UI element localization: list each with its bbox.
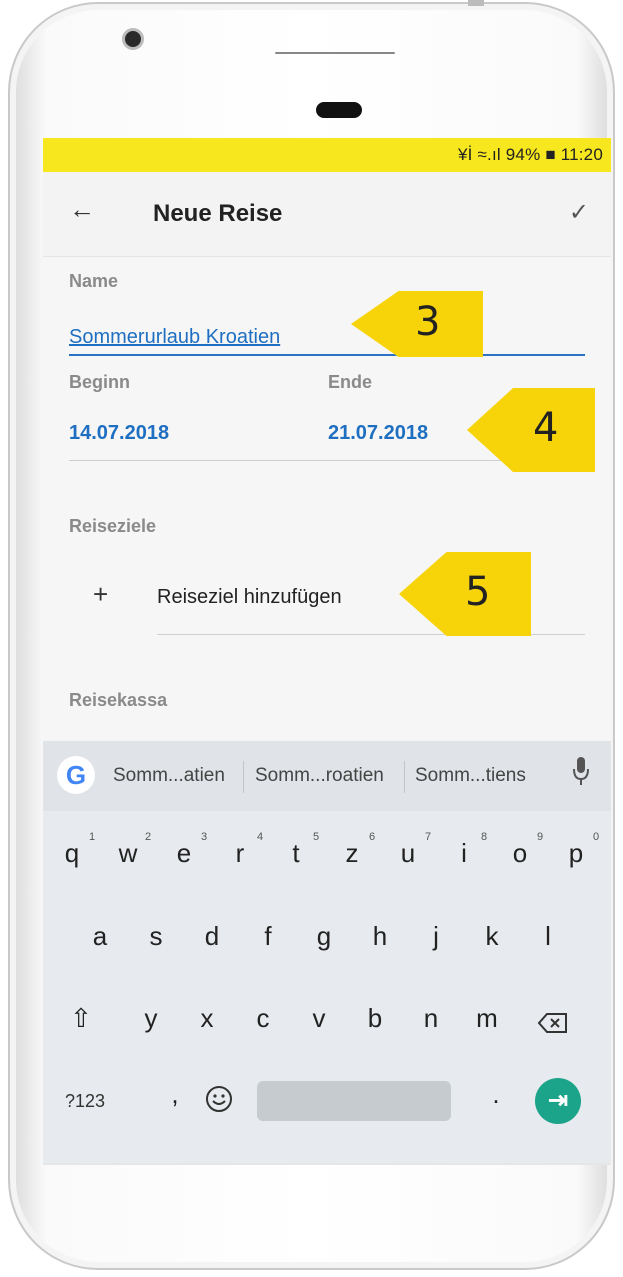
speaker-grille <box>275 52 395 54</box>
app-bar: ← Neue Reise ✓ <box>43 172 611 257</box>
key-hint: 1 <box>89 831 96 843</box>
key-m[interactable]: m <box>459 1003 515 1034</box>
key-hint: 9 <box>537 831 544 843</box>
shift-icon[interactable]: ⇧ <box>53 1003 109 1034</box>
name-label: Name <box>69 271 119 291</box>
key-hint: 8 <box>481 831 488 843</box>
budget-label: Reisekassa <box>69 690 168 710</box>
suggestion-separator <box>243 761 244 793</box>
callout-number: 4 <box>533 405 559 451</box>
start-date-field[interactable]: 14.07.2018 <box>69 422 169 445</box>
trip-form: Name Sommerurlaub Kroatien Beginn Ende 1… <box>43 257 611 739</box>
microphone-icon[interactable] <box>573 755 589 789</box>
backspace-icon[interactable] <box>537 1011 569 1035</box>
key-d[interactable]: d <box>184 921 240 952</box>
comma-key[interactable]: , <box>147 1079 203 1110</box>
front-camera <box>122 28 144 50</box>
key-a[interactable]: a <box>72 921 128 952</box>
key-y[interactable]: y <box>123 1003 179 1034</box>
suggestion-2[interactable]: Somm...roatien <box>255 765 384 787</box>
key-hint: 4 <box>257 831 264 843</box>
key-h[interactable]: h <box>352 921 408 952</box>
emoji-icon[interactable] <box>204 1084 234 1114</box>
period-key[interactable]: . <box>468 1079 524 1110</box>
key-b[interactable]: b <box>347 1003 403 1034</box>
check-icon[interactable]: ✓ <box>569 198 589 227</box>
key-l[interactable]: l <box>520 921 576 952</box>
key-v[interactable]: v <box>291 1003 347 1034</box>
callout-number: 3 <box>415 299 441 345</box>
key-s[interactable]: s <box>128 921 184 952</box>
name-input-underline <box>69 354 585 356</box>
status-bar: ¥İ ≈.ıl 94% ■ 11:20 <box>43 138 611 172</box>
key-x[interactable]: x <box>179 1003 235 1034</box>
bezel-bottom <box>43 1163 611 1165</box>
key-j[interactable]: j <box>408 921 464 952</box>
key-c[interactable]: c <box>235 1003 291 1034</box>
power-button <box>468 0 484 6</box>
arrow-left-icon[interactable]: ← <box>69 194 95 225</box>
next-arrow-icon[interactable]: ⇥ <box>535 1078 581 1124</box>
key-f[interactable]: f <box>240 921 296 952</box>
suggestion-bar: G Somm...atien Somm...roatien Somm...tie… <box>43 741 611 811</box>
status-text: ¥İ ≈.ıl 94% ■ 11:20 <box>458 145 603 164</box>
symbols-key[interactable]: ?123 <box>65 1091 105 1112</box>
destinations-label: Reiseziele <box>69 516 157 536</box>
suggestion-1[interactable]: Somm...atien <box>113 765 225 787</box>
key-hint: 6 <box>369 831 376 843</box>
plus-icon[interactable]: + <box>93 579 108 610</box>
page-title: Neue Reise <box>153 200 283 227</box>
earpiece <box>316 102 362 118</box>
soft-keyboard: G Somm...atien Somm...roatien Somm...tie… <box>43 741 611 1163</box>
key-n[interactable]: n <box>403 1003 459 1034</box>
space-bar[interactable] <box>257 1081 451 1121</box>
google-icon[interactable]: G <box>57 756 95 794</box>
callout-number: 5 <box>465 569 491 615</box>
name-input[interactable]: Sommerurlaub Kroatien <box>69 326 280 349</box>
end-label: Ende <box>328 372 373 392</box>
key-hint: 2 <box>145 831 152 843</box>
key-hint: 5 <box>313 831 320 843</box>
key-hint: 7 <box>425 831 432 843</box>
key-hint: 3 <box>201 831 208 843</box>
suggestion-separator <box>404 761 405 793</box>
start-label: Beginn <box>69 372 130 392</box>
key-hint: 0 <box>593 831 600 843</box>
screen: ¥İ ≈.ıl 94% ■ 11:20 ← Neue Reise ✓ Name … <box>43 138 611 1163</box>
add-destination-button[interactable]: Reiseziel hinzufügen <box>157 586 342 609</box>
key-k[interactable]: k <box>464 921 520 952</box>
key-g[interactable]: g <box>296 921 352 952</box>
suggestion-3[interactable]: Somm...tiens <box>415 765 526 787</box>
end-date-field[interactable]: 21.07.2018 <box>328 422 428 445</box>
